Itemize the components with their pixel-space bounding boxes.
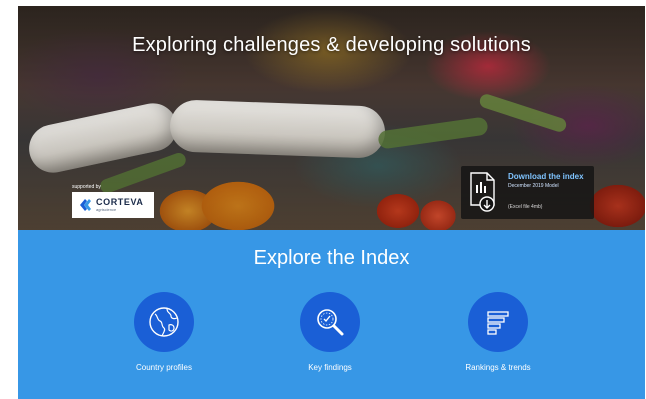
magnifier-icon	[317, 309, 344, 336]
rankings-icon	[487, 311, 509, 335]
explore-title: Explore the Index	[253, 247, 410, 269]
country-profiles-circle[interactable]	[134, 292, 194, 352]
corteva-logo: CORTEVA agriscience	[78, 198, 144, 212]
country-profiles-link[interactable]: Country profiles	[104, 292, 224, 372]
globe-icon	[149, 307, 179, 337]
hero-title: Exploring challenges & developing soluti…	[132, 34, 531, 56]
key-findings-link[interactable]: Key findings	[270, 292, 390, 372]
download-subtitle: December 2019 Model	[508, 183, 559, 189]
country-profiles-label[interactable]: Country profiles	[104, 363, 224, 372]
download-file-info: (Excel file 4mb)	[508, 204, 543, 210]
key-findings-circle[interactable]	[300, 292, 360, 352]
download-title[interactable]: Download the index	[508, 172, 584, 181]
download-document-icon	[470, 172, 495, 212]
explore-section: Explore the Index Country profiles Key f…	[18, 230, 645, 399]
hero-banner: Exploring challenges & developing soluti…	[18, 6, 645, 230]
rankings-trends-label[interactable]: Rankings & trends	[438, 363, 558, 372]
sponsor-name: CORTEVA	[96, 197, 144, 207]
download-index-card[interactable]: Download the index December 2019 Model (…	[461, 166, 594, 219]
sponsor-logo[interactable]: CORTEVA agriscience	[72, 192, 154, 218]
rankings-trends-circle[interactable]	[468, 292, 528, 352]
corteva-mark-icon	[80, 199, 91, 211]
key-findings-label[interactable]: Key findings	[270, 363, 390, 372]
rankings-trends-link[interactable]: Rankings & trends	[438, 292, 558, 372]
supported-by-label: supported by	[72, 184, 101, 190]
page-frame: Exploring challenges & developing soluti…	[18, 6, 645, 399]
sponsor-tagline: agriscience	[96, 207, 117, 212]
